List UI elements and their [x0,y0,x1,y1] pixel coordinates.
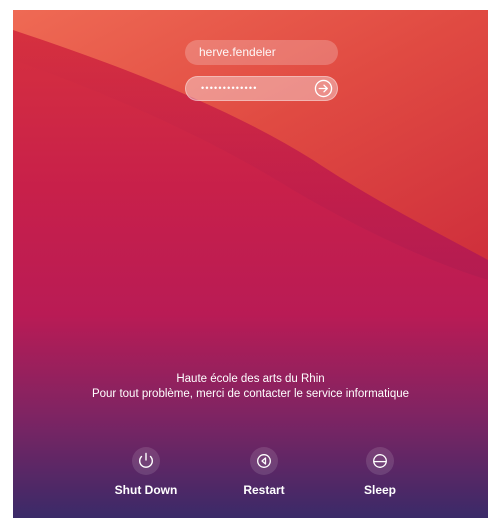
username-field[interactable]: herve.fendeler [185,40,338,65]
shutdown-button[interactable]: Shut Down [101,446,191,497]
login-form: herve.fendeler ••••••••••••• [185,40,338,101]
sleep-icon [366,447,394,475]
sleep-label: Sleep [363,483,396,497]
password-field[interactable]: ••••••••••••• [185,76,338,101]
restart-button[interactable]: Restart [219,446,309,497]
power-icon [132,447,160,475]
message-line-1: Haute école des arts du Rhin [176,373,325,385]
message-line-2: Pour tout problème, merci de contacter l… [91,388,410,400]
arrow-right-circle-icon[interactable] [314,79,333,98]
login-message: Haute école des arts du Rhin Pour tout p… [13,372,488,402]
shutdown-label: Shut Down [114,483,178,497]
restart-label: Restart [243,483,285,497]
password-mask: ••••••••••••• [201,83,258,93]
restart-icon [250,447,278,475]
login-screen: herve.fendeler ••••••••••••• Haute école… [13,10,488,518]
sleep-button[interactable]: Sleep [335,446,425,497]
